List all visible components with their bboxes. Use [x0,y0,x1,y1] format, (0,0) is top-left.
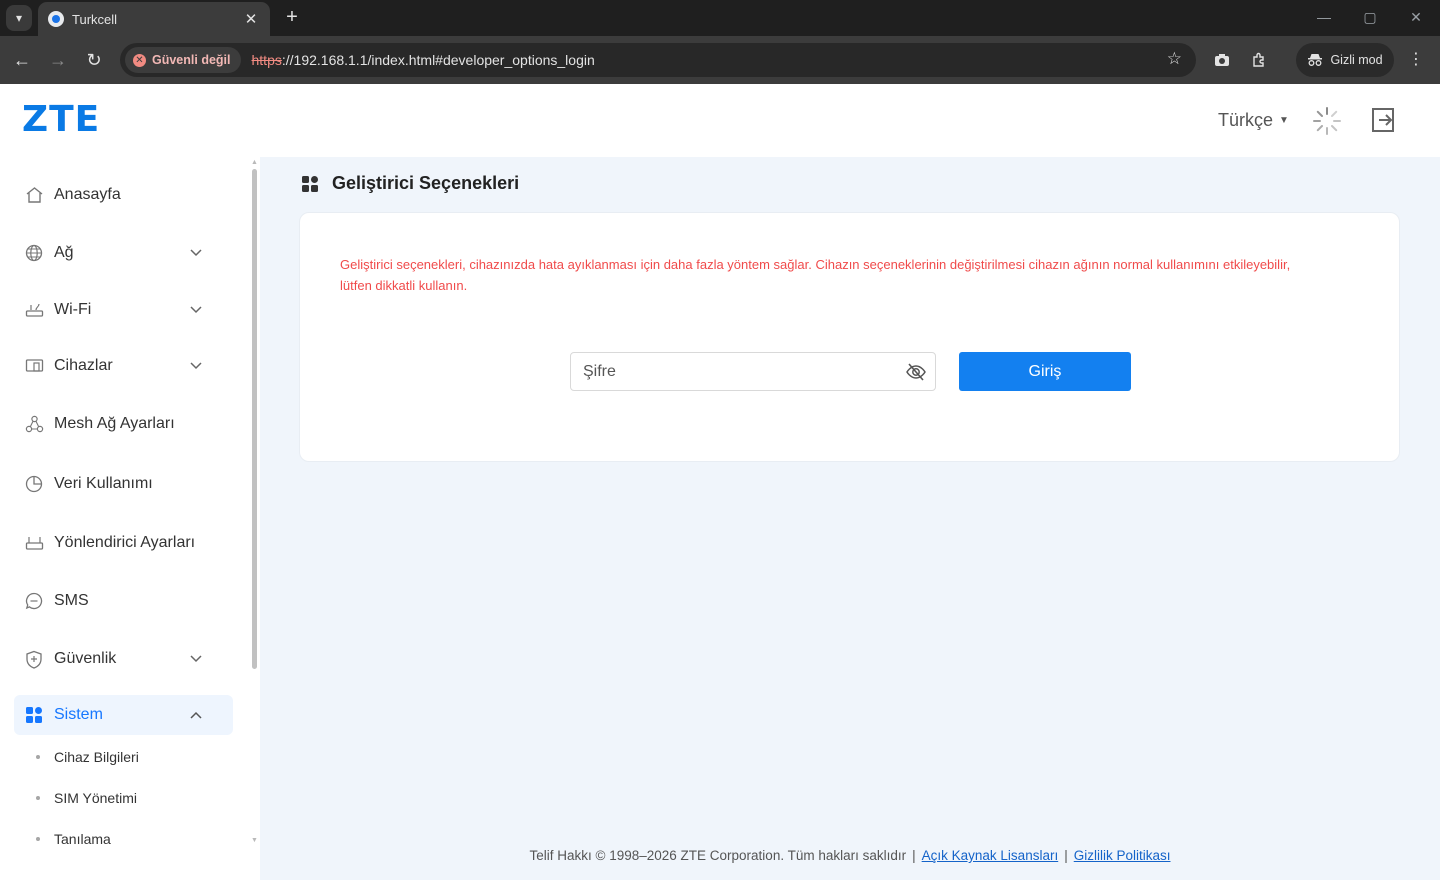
copyright-text: Telif Hakkı © 1998–2026 ZTE Corporation.… [529,848,907,863]
sidebar-subitem-tanilama[interactable]: Tanılama [36,827,111,851]
open-source-licenses-link[interactable]: Açık Kaynak Lisansları [922,848,1059,863]
sidebar-item-label: Sistem [54,706,103,723]
sidebar-item-label: Cihazlar [54,357,113,374]
tab-close-icon[interactable]: ✕ [242,10,260,28]
footer-separator: | [912,848,916,863]
sidebar-item-veri-kullanimi[interactable]: Veri Kullanımı [14,464,233,504]
sidebar-item-wifi[interactable]: Wi-Fi [14,290,233,330]
logout-icon[interactable] [1369,106,1397,134]
bullet-dot [36,755,40,759]
password-input[interactable] [583,361,883,383]
footer: Telif Hakkı © 1998–2026 ZTE Corporation.… [260,848,1440,863]
sidebar-item-label: Wi-Fi [54,301,92,318]
message-icon [24,591,44,611]
browser-menu-icon[interactable]: ⋮ [1406,48,1426,72]
incognito-chip[interactable]: Gizli mod [1296,43,1394,77]
minimize-button[interactable]: — [1312,6,1336,28]
sidebar-item-label: Veri Kullanımı [54,475,153,492]
chevron-down-icon [185,362,207,370]
developer-options-card: Geliştirici seçenekleri, cihazınızda hat… [299,212,1400,462]
close-window-button[interactable]: ✕ [1404,6,1428,28]
sidebar-item-label: SMS [54,592,89,609]
bullet-dot [36,796,40,800]
bullet-dot [36,837,40,841]
sidebar-item-yonlendirici-ayarlari[interactable]: Yönlendirici Ayarları [14,523,233,563]
incognito-icon [1308,54,1323,66]
extensions-icon[interactable] [1247,48,1271,72]
sidebar-subitem-cihaz-bilgileri[interactable]: Cihaz Bilgileri [36,745,139,769]
chevron-down-icon [185,655,207,663]
chevron-down-icon [185,306,207,314]
browser-tab-bar: ▾ Turkcell ✕ + — ▢ ✕ [0,0,1440,36]
tab-title: Turkcell [72,11,118,27]
url-scheme: https [251,52,282,68]
security-chip-label: Güvenli değil [152,53,231,67]
eye-off-icon[interactable] [905,361,927,383]
sidebar-item-label: Güvenlik [54,650,117,667]
page-heading: Geliştirici Seçenekleri [300,173,519,194]
sidebar-scrollbar[interactable]: ▲ ▼ [249,159,259,847]
sidebar-item-label: Mesh Ağ Ayarları [54,415,175,432]
app-header: ZTE Türkçe ▼ [0,84,1440,157]
sidebar-subitem-sim-yonetimi[interactable]: SIM Yönetimi [36,786,137,810]
page-title: Geliştirici Seçenekleri [332,173,520,193]
browser-tab[interactable]: Turkcell ✕ [38,2,270,36]
back-button[interactable]: ← [10,48,34,72]
sidebar-item-sms[interactable]: SMS [14,581,233,621]
devices-icon [24,356,44,376]
sidebar-subitem-label: SIM Yönetimi [54,790,137,806]
privacy-policy-link[interactable]: Gizlilik Politikası [1074,848,1171,863]
sidebar-subitem-label: Tanılama [54,831,111,847]
tab-favicon-icon [48,11,64,27]
tab-search-button[interactable]: ▾ [6,5,32,31]
sidebar-item-label: Ağ [54,244,74,261]
sidebar-item-cihazlar[interactable]: Cihazlar [14,346,233,386]
sidebar-item-sistem[interactable]: Sistem [14,695,233,735]
grid-icon [300,174,320,194]
zte-logo: ZTE [22,99,101,140]
password-field[interactable] [570,352,936,391]
scrollbar-thumb[interactable] [252,169,257,669]
loading-spinner-icon[interactable] [1312,106,1342,136]
maximize-button[interactable]: ▢ [1358,6,1382,28]
url-rest: ://192.168.1.1/index.html#developer_opti… [281,52,595,68]
camera-icon[interactable] [1210,48,1234,72]
footer-separator: | [1064,848,1068,863]
caret-down-icon: ▼ [1279,115,1289,126]
sidebar-item-anasayfa[interactable]: Anasayfa [14,175,233,215]
scroll-down-arrow-icon[interactable]: ▼ [251,837,258,844]
router-settings-icon [24,533,44,553]
new-tab-button[interactable]: + [282,4,302,30]
browser-toolbar: ← → ↻ ✕ Güvenli değil https://192.168.1.… [0,36,1440,84]
chevron-up-icon [185,711,207,719]
address-bar[interactable]: ✕ Güvenli değil https://192.168.1.1/inde… [120,43,1196,77]
sidebar-item-mesh[interactable]: Mesh Ağ Ayarları [14,404,233,444]
sidebar-item-label: Anasayfa [54,186,121,203]
sidebar-subitem-label: Cihaz Bilgileri [54,749,139,765]
home-icon [24,185,44,205]
language-label: Türkçe [1218,110,1274,130]
scroll-up-arrow-icon[interactable]: ▲ [251,159,258,166]
url-text[interactable]: https://192.168.1.1/index.html#developer… [252,52,595,68]
sidebar-item-guvenlik[interactable]: Güvenlik [14,639,233,679]
shield-icon [24,649,44,669]
login-button[interactable]: Giriş [959,352,1131,391]
warning-icon: ✕ [133,53,146,67]
sidebar-item-label: Yönlendirici Ayarları [54,534,196,551]
reload-button[interactable]: ↻ [82,48,106,72]
chevron-down-icon [185,249,207,257]
language-selector[interactable]: Türkçe ▼ [1218,110,1289,131]
warning-text: Geliştirici seçenekleri, cihazınızda hat… [340,257,1291,293]
incognito-label: Gizli mod [1330,53,1383,67]
pie-chart-icon [24,474,44,494]
globe-icon [24,243,44,263]
forward-button[interactable]: → [46,48,70,72]
sidebar: Anasayfa Ağ Wi-Fi Cihazlar Mesh Ağ Ayarl… [0,157,260,880]
security-chip[interactable]: ✕ Güvenli değil [125,47,241,73]
router-icon [24,300,44,320]
grid-icon [24,705,44,725]
sidebar-item-ag[interactable]: Ağ [14,233,233,273]
bookmark-star-icon[interactable]: ☆ [1167,49,1182,69]
mesh-icon [24,414,44,434]
